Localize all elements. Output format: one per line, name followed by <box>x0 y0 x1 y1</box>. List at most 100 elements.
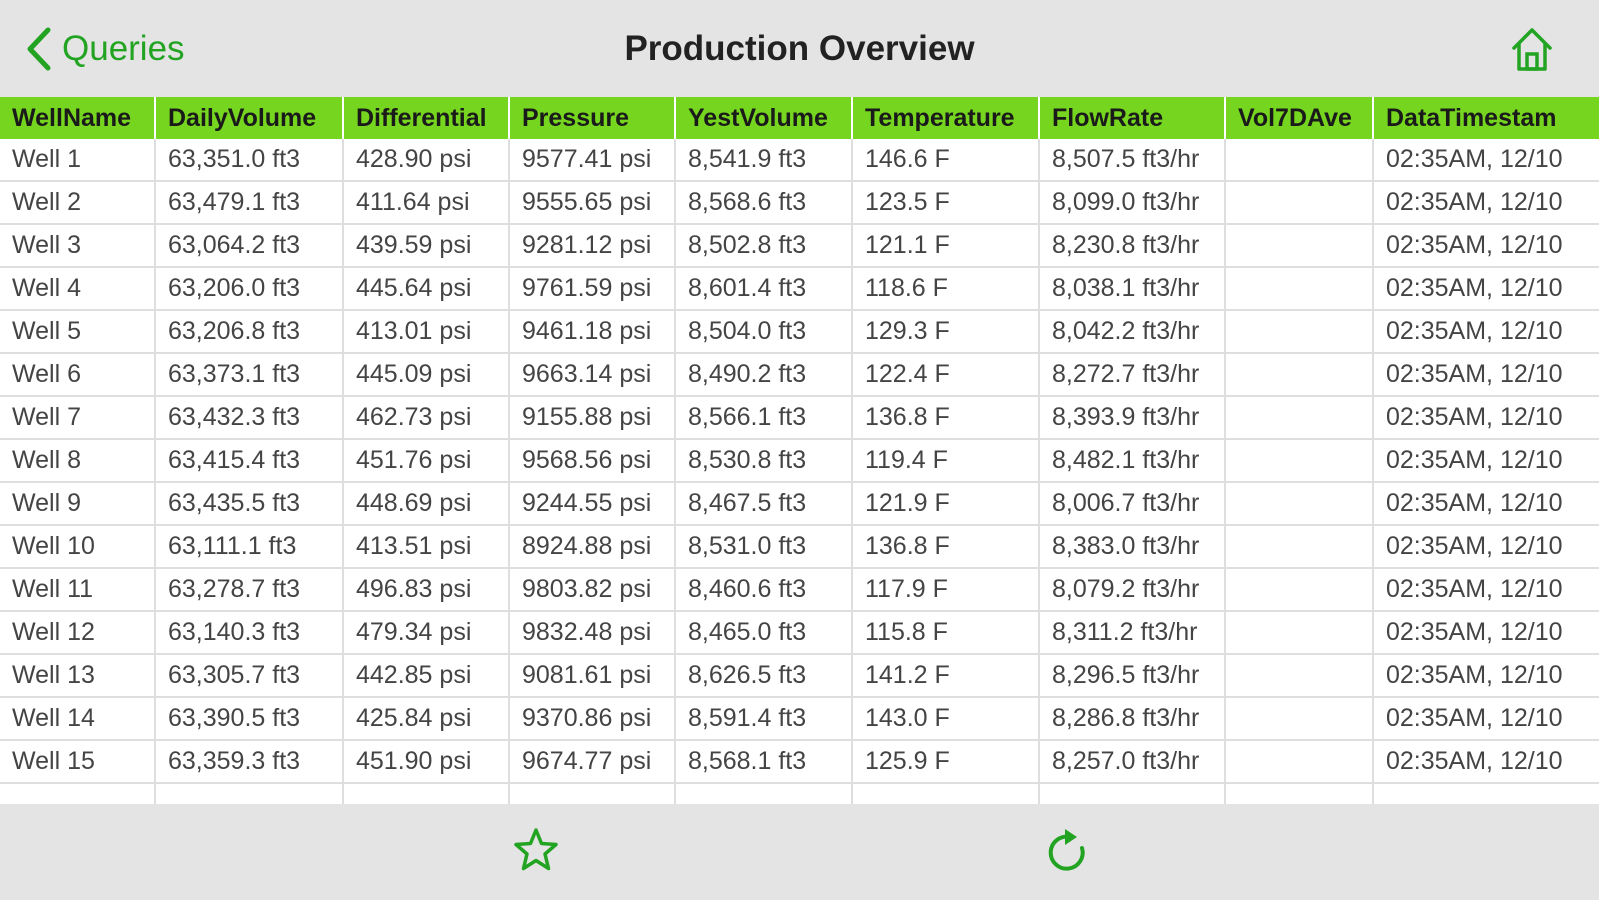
table-cell: 9244.55 psi <box>509 482 676 526</box>
table-cell: 143.0 F <box>852 697 1040 741</box>
table-cell: 63,435.5 ft3 <box>155 482 344 526</box>
table-row[interactable]: Well 8 63,415.4 ft3 451.76 psi 9568.56 psi 8… <box>0 439 1599 483</box>
table-cell: 413.51 psi <box>343 525 510 569</box>
table-cell: 63,206.0 ft3 <box>155 267 344 311</box>
production-table: WellName DailyVolume Differential Pressure Y… <box>0 97 1599 804</box>
table-cell: 8,383.0 ft3/hr <box>1039 525 1226 569</box>
table-row[interactable]: Well 11 63,278.7 ft3 496.83 psi 9803.82 psi… <box>0 568 1599 612</box>
table-cell <box>1225 267 1374 311</box>
table-cell: Well 7 <box>0 396 156 440</box>
table-cell: 8,296.5 ft3/hr <box>1039 654 1226 698</box>
table-cell: 115.8 F <box>852 611 1040 655</box>
table-row[interactable]: Well 12 63,140.3 ft3 479.34 psi 9832.48 psi… <box>0 611 1599 655</box>
column-header[interactable]: YestVolume <box>675 97 853 139</box>
table-cell: 8,467.5 ft3 <box>675 482 853 526</box>
table-cell: 02:35AM, 12/10 <box>1373 611 1599 655</box>
table-cell: 63,479.1 ft3 <box>155 181 344 225</box>
column-header[interactable]: DailyVolume <box>155 97 344 139</box>
back-button[interactable]: Queries <box>24 26 185 72</box>
table-cell: 8,568.6 ft3 <box>675 181 853 225</box>
table-cell: 121.9 F <box>852 482 1040 526</box>
table-cell: 9568.56 psi <box>509 439 676 483</box>
column-header[interactable]: Temperature <box>852 97 1040 139</box>
home-button[interactable] <box>1508 24 1556 74</box>
table-cell: 63,415.4 ft3 <box>155 439 344 483</box>
table-row[interactable]: Well 3 63,064.2 ft3 439.59 psi 9281.12 psi 8… <box>0 224 1599 268</box>
table-cell: Well 3 <box>0 224 156 268</box>
app-window: Queries Production Overview WellName Dai… <box>0 0 1599 900</box>
table-cell: 445.09 psi <box>343 353 510 397</box>
table-cell: 9370.86 psi <box>509 697 676 741</box>
table-cell <box>1225 568 1374 612</box>
navigation-bar: Queries Production Overview <box>0 0 1599 97</box>
table-cell: 02:35AM, 12/10 <box>1373 181 1599 225</box>
table-cell: 9155.88 psi <box>509 396 676 440</box>
table-cell: 8,601.4 ft3 <box>675 267 853 311</box>
table-cell: 425.84 psi <box>343 697 510 741</box>
table-cell: 8,257.0 ft3/hr <box>1039 740 1226 784</box>
table-cell: 8,272.7 ft3/hr <box>1039 353 1226 397</box>
column-header[interactable]: WellName <box>0 97 156 139</box>
table-cell: 141.2 F <box>852 654 1040 698</box>
table-row[interactable]: Well 6 63,373.1 ft3 445.09 psi 9663.14 psi 8… <box>0 353 1599 397</box>
table-cell: 8,568.1 ft3 <box>675 740 853 784</box>
table-row[interactable]: Well 2 63,479.1 ft3 411.64 psi 9555.65 psi 8… <box>0 181 1599 225</box>
column-header[interactable]: Pressure <box>509 97 676 139</box>
table-cell: 8,626.5 ft3 <box>675 654 853 698</box>
table-row[interactable]: Well 7 63,432.3 ft3 462.73 psi 9155.88 psi 8… <box>0 396 1599 440</box>
table-cell: 02:35AM, 12/10 <box>1373 139 1599 182</box>
column-header[interactable]: DataTimestam <box>1373 97 1599 139</box>
table-cell: 8924.88 psi <box>509 525 676 569</box>
table-cell: 8,006.7 ft3/hr <box>1039 482 1226 526</box>
table-cell: 9663.14 psi <box>509 353 676 397</box>
table-cell: 9803.82 psi <box>509 568 676 612</box>
table-cell: 496.83 psi <box>343 568 510 612</box>
refresh-button[interactable] <box>1043 826 1091 876</box>
favorite-button[interactable] <box>512 826 560 874</box>
table-row[interactable]: Well 10 63,111.1 ft3 413.51 psi 8924.88 psi… <box>0 525 1599 569</box>
star-icon <box>514 828 558 871</box>
table-cell: Well 5 <box>0 310 156 354</box>
table-cell: 63,373.1 ft3 <box>155 353 344 397</box>
back-button-label: Queries <box>62 29 185 68</box>
table-cell: 146.6 F <box>852 139 1040 182</box>
table-row[interactable]: Well 13 63,305.7 ft3 442.85 psi 9081.61 psi… <box>0 654 1599 698</box>
column-header[interactable]: Vol7DAve <box>1225 97 1374 139</box>
table-cell: 8,504.0 ft3 <box>675 310 853 354</box>
table-cell: 02:35AM, 12/10 <box>1373 697 1599 741</box>
table-cell: 462.73 psi <box>343 396 510 440</box>
table-cell <box>1225 525 1374 569</box>
table-row[interactable]: Well 5 63,206.8 ft3 413.01 psi 9461.18 psi 8… <box>0 310 1599 354</box>
table-row[interactable]: Well 1 63,351.0 ft3 428.90 psi 9577.41 psi 8… <box>0 139 1599 182</box>
table-cell <box>1225 482 1374 526</box>
table-cell: 9281.12 psi <box>509 224 676 268</box>
bottom-toolbar <box>0 804 1599 900</box>
table-row-partial <box>0 783 1599 804</box>
table-cell: 125.9 F <box>852 740 1040 784</box>
table-cell: 63,351.0 ft3 <box>155 139 344 182</box>
data-table-container[interactable]: WellName DailyVolume Differential Pressure Y… <box>0 97 1599 804</box>
table-cell: 448.69 psi <box>343 482 510 526</box>
table-cell: 8,230.8 ft3/hr <box>1039 224 1226 268</box>
table-cell: 02:35AM, 12/10 <box>1373 654 1599 698</box>
table-row[interactable]: Well 14 63,390.5 ft3 425.84 psi 9370.86 psi… <box>0 697 1599 741</box>
table-row[interactable]: Well 4 63,206.0 ft3 445.64 psi 9761.59 psi 8… <box>0 267 1599 311</box>
table-cell: 122.4 F <box>852 353 1040 397</box>
table-row[interactable]: Well 9 63,435.5 ft3 448.69 psi 9244.55 psi 8… <box>0 482 1599 526</box>
refresh-icon <box>1048 829 1085 871</box>
table-cell: 02:35AM, 12/10 <box>1373 740 1599 784</box>
table-cell: 9761.59 psi <box>509 267 676 311</box>
table-cell: 8,393.9 ft3/hr <box>1039 396 1226 440</box>
table-cell: Well 2 <box>0 181 156 225</box>
table-cell: 8,507.5 ft3/hr <box>1039 139 1226 182</box>
column-header[interactable]: Differential <box>343 97 510 139</box>
table-cell: 8,482.1 ft3/hr <box>1039 439 1226 483</box>
table-cell: 413.01 psi <box>343 310 510 354</box>
table-row[interactable]: Well 15 63,359.3 ft3 451.90 psi 9674.77 psi… <box>0 740 1599 784</box>
table-cell: 8,566.1 ft3 <box>675 396 853 440</box>
column-header[interactable]: FlowRate <box>1039 97 1226 139</box>
table-cell: Well 8 <box>0 439 156 483</box>
table-cell: 63,064.2 ft3 <box>155 224 344 268</box>
table-cell: 63,140.3 ft3 <box>155 611 344 655</box>
table-cell <box>509 783 676 804</box>
